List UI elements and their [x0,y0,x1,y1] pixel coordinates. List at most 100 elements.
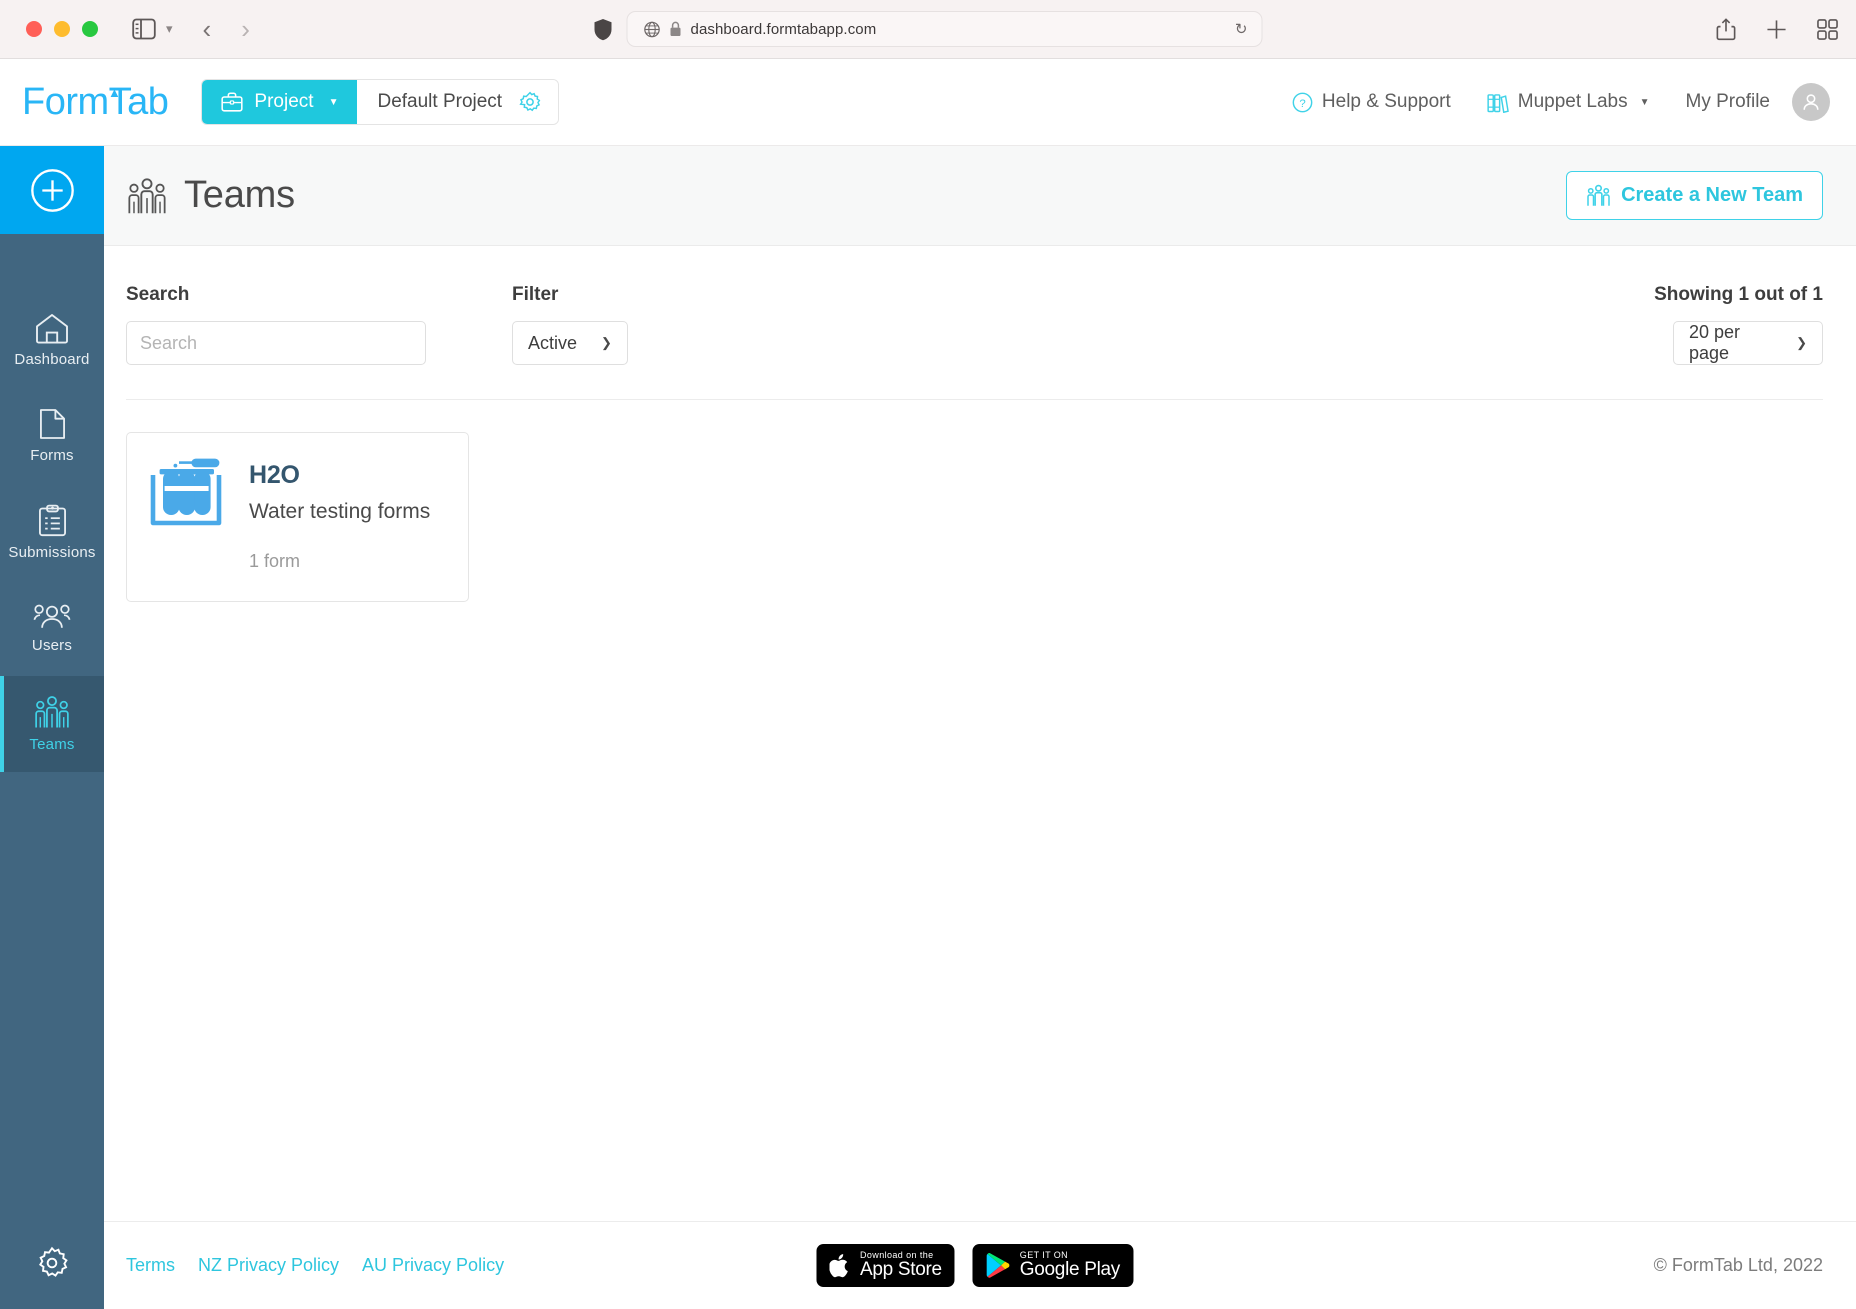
back-arrow-icon[interactable]: ‹ [203,16,212,42]
filter-selected-value: Active [528,332,578,353]
google-play-icon [986,1253,1010,1278]
app-store-badge[interactable]: Download on the App Store [815,1244,955,1287]
users-icon [33,604,71,628]
maximize-window-button[interactable] [82,21,98,37]
formtab-logo[interactable]: FormTab ▲ [22,80,169,124]
footer-link-nz-privacy[interactable]: NZ Privacy Policy [198,1255,339,1276]
browser-nav-arrows[interactable]: ‹ › [203,16,250,42]
page-footer: Terms NZ Privacy Policy AU Privacy Polic… [104,1221,1856,1309]
teams-icon [128,177,166,213]
reload-icon[interactable]: ↻ [1235,20,1248,38]
sidebar-item-label: Forms [30,447,74,464]
sidebar-item-forms[interactable]: Forms [0,388,104,484]
team-card[interactable]: H2O Water testing forms 1 form [126,432,469,602]
sidebar-item-users[interactable]: Users [0,580,104,676]
globe-icon [644,21,660,37]
app-store-bottom-text: App Store [859,1259,942,1281]
url-input[interactable]: dashboard.formtabapp.com ↻ [626,11,1263,47]
document-icon [39,409,65,439]
my-profile-link[interactable]: My Profile [1686,91,1770,113]
team-name: H2O [249,461,300,489]
help-support-link[interactable]: ? Help & Support [1292,91,1451,113]
sidebar-item-label: Submissions [8,543,96,561]
sidebar-items: Dashboard Forms Submissions Users Teams [0,292,104,772]
sidebar-item-label: Users [31,636,73,654]
copyright-text: © FormTab Ltd, 2022 [1653,1255,1823,1275]
filter-select[interactable]: Active ❯ [512,321,628,365]
sidebar-toggle-icon [132,18,156,40]
browser-toolbar: ▾ ‹ › dashboard.formtabapp.com ↻ [0,0,1856,59]
chevron-down-icon: ❯ [601,335,612,350]
browser-sidebar-toggle[interactable]: ▾ [132,18,173,40]
filters-toolbar: Search Filter Active ❯ Showing 1 out of … [126,284,1823,365]
briefcase-icon [221,92,244,112]
filter-group: Filter Active ❯ [512,284,628,365]
sidebar-settings-button[interactable] [0,1217,104,1309]
create-new-team-button[interactable]: Create a New Team [1566,171,1823,220]
clipboard-check-icon [38,504,66,536]
settings-gear-icon [39,1246,68,1277]
project-dropdown-button[interactable]: Project ▼ [202,80,358,124]
page-title: Teams [126,174,295,217]
sidebar-item-label: Dashboard [14,350,90,368]
project-name-label: Default Project [377,91,503,112]
avatar[interactable] [1792,83,1830,121]
user-icon [1803,94,1819,110]
per-page-selected-value: 20 per page [1689,322,1741,363]
test-tubes-icon [150,458,222,526]
chevron-down-icon[interactable]: ▾ [166,21,173,37]
close-window-button[interactable] [26,21,42,37]
teams-icon [1587,184,1610,206]
help-support-label: Help & Support [1321,91,1451,112]
apple-icon [828,1253,848,1277]
page-header: Teams Create a New Team [104,146,1856,246]
footer-link-au-privacy[interactable]: AU Privacy Policy [362,1255,504,1276]
address-bar-area: dashboard.formtabapp.com ↻ [594,11,1263,47]
google-play-badge[interactable]: GET IT ON Google Play [972,1244,1134,1287]
sidebar-item-dashboard[interactable]: Dashboard [0,292,104,388]
home-icon [36,313,68,344]
shield-icon[interactable] [594,18,613,41]
sidebar-nav: Dashboard Forms Submissions Users Teams [0,146,104,1309]
teams-icon [35,696,69,728]
app-body: Dashboard Forms Submissions Users Teams … [0,146,1856,1309]
sidebar-item-teams[interactable]: Teams [0,676,104,772]
logo-text: FormTab [22,80,169,123]
minimize-window-button[interactable] [54,21,70,37]
browser-right-tools [1716,17,1838,41]
showing-count: Showing 1 out of 1 [1654,284,1823,305]
chevron-down-icon: ▼ [1639,96,1650,108]
add-new-button[interactable] [0,146,104,234]
app-header: FormTab ▲ Project ▼ Default Project ? He… [0,59,1856,146]
per-page-select[interactable]: 20 per page ❯ [1673,321,1823,365]
plus-icon[interactable] [1766,19,1787,40]
main-content: Teams Create a New Team Search Search Fi… [104,146,1856,1309]
team-description: Water testing forms [249,500,431,523]
organization-label: Muppet Labs [1517,91,1628,112]
share-icon[interactable] [1716,17,1736,41]
page-title-text: Teams [184,174,295,216]
gear-icon[interactable] [519,91,541,113]
logo-caret-icon: ▲ [108,84,121,100]
sidebar-item-label: Teams [29,736,75,753]
footer-link-terms[interactable]: Terms [126,1255,175,1276]
books-icon [1487,93,1509,113]
project-selector: Project ▼ Default Project [201,79,560,125]
organization-dropdown[interactable]: Muppet Labs ▼ [1487,91,1650,113]
forward-arrow-icon[interactable]: › [241,16,250,42]
sidebar-item-submissions[interactable]: Submissions [0,484,104,580]
my-profile-label: My Profile [1685,91,1770,112]
search-label: Search [126,284,190,305]
header-right-nav: ? Help & Support Muppet Labs ▼ My Profil… [1292,83,1830,121]
svg-text:?: ? [1299,97,1305,109]
current-project[interactable]: Default Project [357,80,559,124]
pagination-controls: Showing 1 out of 1 20 per page ❯ [1654,284,1823,365]
grid-icon[interactable] [1817,18,1838,40]
create-new-team-label: Create a New Team [1621,184,1803,206]
url-text: dashboard.formtabapp.com [690,20,877,38]
search-input[interactable] [126,321,426,365]
search-group: Search [126,284,426,365]
window-controls[interactable] [26,21,98,37]
google-play-bottom-text: Google Play [1019,1259,1121,1281]
lock-icon [670,21,681,36]
